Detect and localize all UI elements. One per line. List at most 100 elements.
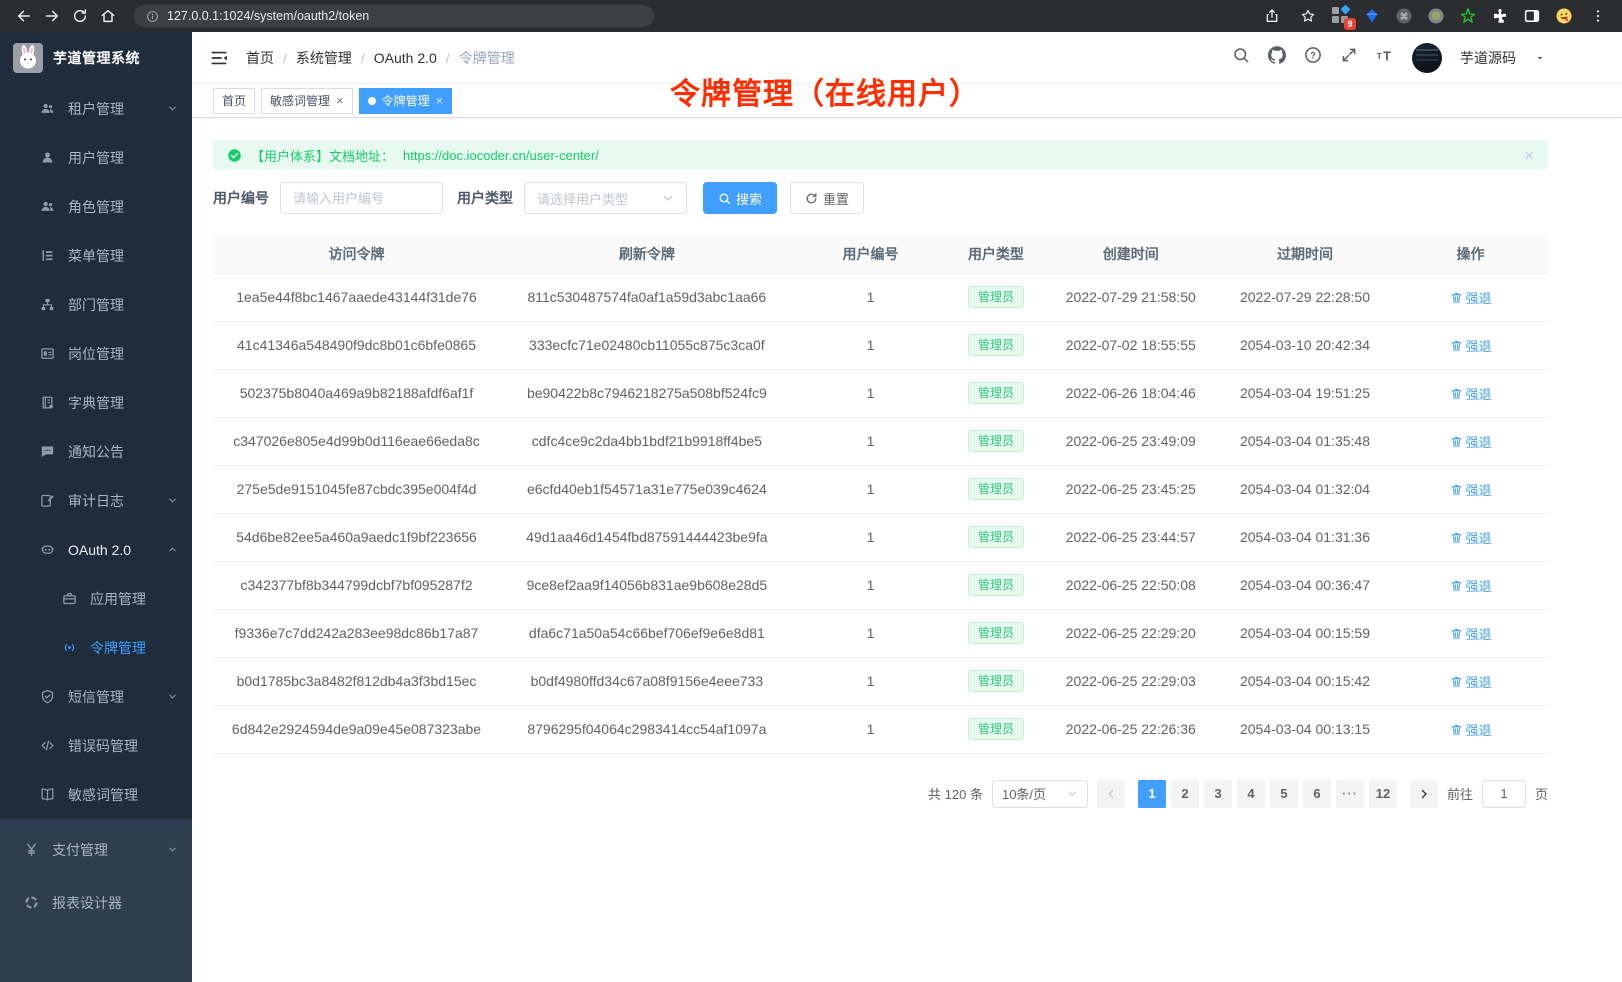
- expire-time-cell: 2054-03-10 20:42:34: [1217, 321, 1393, 369]
- chevron-up-icon: [167, 542, 178, 558]
- sidebar-item-user[interactable]: 用户管理: [0, 133, 192, 182]
- profile-avatar-emoji-icon[interactable]: [1554, 6, 1574, 26]
- action-cell: 强退: [1393, 273, 1548, 321]
- page-button-3[interactable]: 3: [1204, 780, 1232, 808]
- sidebar-item-menu[interactable]: 菜单管理: [0, 231, 192, 280]
- alert-text: 【用户体系】文档地址：: [251, 146, 394, 165]
- force-logout-button[interactable]: 强退: [1450, 672, 1492, 691]
- chevron-down-icon[interactable]: [1534, 52, 1546, 64]
- user-type-tag: 管理员: [968, 430, 1024, 452]
- sidebar-item-oauth-token[interactable]: 令牌管理: [0, 623, 192, 672]
- force-logout-button[interactable]: 强退: [1450, 288, 1492, 307]
- goto-page-input[interactable]: [1482, 780, 1526, 808]
- prev-page-button[interactable]: [1097, 780, 1125, 808]
- page-button-6[interactable]: 6: [1303, 780, 1331, 808]
- page-ellipsis[interactable]: ···: [1336, 780, 1364, 808]
- table-header-row: 访问令牌刷新令牌用户编号用户类型创建时间过期时间操作: [213, 236, 1548, 273]
- github-icon[interactable]: [1268, 46, 1286, 69]
- site-info-icon[interactable]: [146, 10, 159, 23]
- fullscreen-icon[interactable]: [1340, 46, 1358, 69]
- browser-forward-button[interactable]: [40, 4, 64, 28]
- sidebar-item-sms[interactable]: 短信管理: [0, 672, 192, 721]
- force-logout-button[interactable]: 强退: [1450, 720, 1492, 739]
- gem-extension-icon[interactable]: [1362, 6, 1382, 26]
- force-logout-button[interactable]: 强退: [1450, 480, 1492, 499]
- alert-close-icon[interactable]: ×: [1524, 147, 1534, 164]
- next-page-button[interactable]: [1410, 780, 1438, 808]
- page-button-4[interactable]: 4: [1237, 780, 1265, 808]
- browser-menu-icon[interactable]: [1586, 4, 1610, 28]
- search-button[interactable]: 搜索: [703, 182, 777, 214]
- sidebar-item-post[interactable]: 岗位管理: [0, 329, 192, 378]
- user-id-cell: 1: [794, 657, 948, 705]
- goto-suffix: 页: [1535, 784, 1548, 803]
- reset-button[interactable]: 重置: [790, 182, 864, 214]
- active-dot-icon: [368, 97, 376, 105]
- sidebar-item-report[interactable]: 报表设计器: [0, 876, 192, 929]
- side-panel-icon[interactable]: [1522, 6, 1542, 26]
- sidebar-item-audit[interactable]: 审计日志: [0, 476, 192, 525]
- username[interactable]: 芋道源码: [1460, 48, 1516, 68]
- browser-back-button[interactable]: [12, 4, 36, 28]
- address-bar[interactable]: 127.0.0.1:1024/system/oauth2/token: [134, 5, 654, 27]
- sidebar-item-tenant[interactable]: 租户管理: [0, 84, 192, 133]
- sidebar-item-notice[interactable]: 通知公告: [0, 427, 192, 476]
- force-logout-button[interactable]: 强退: [1450, 624, 1492, 643]
- page-button-1[interactable]: 1: [1138, 780, 1166, 808]
- sidebar-item-dept[interactable]: 部门管理: [0, 280, 192, 329]
- tab-close-icon[interactable]: ×: [336, 94, 344, 107]
- tab-敏感词管理[interactable]: 敏感词管理×: [261, 88, 353, 114]
- force-logout-button[interactable]: 强退: [1450, 432, 1492, 451]
- user-avatar[interactable]: [1412, 43, 1442, 73]
- refresh-token-cell: 8796295f04064c2983414cc54af1097a: [500, 705, 794, 753]
- page-button-12[interactable]: 12: [1369, 780, 1397, 808]
- recorder-extension-icon[interactable]: [1426, 6, 1446, 26]
- breadcrumb-separator: /: [361, 50, 365, 66]
- bookmark-star-icon[interactable]: [1296, 4, 1320, 28]
- breadcrumb-item[interactable]: 首页: [246, 48, 274, 68]
- breadcrumb-item[interactable]: 系统管理: [296, 48, 352, 68]
- font-size-icon[interactable]: TT: [1376, 46, 1394, 69]
- force-logout-button[interactable]: 强退: [1450, 384, 1492, 403]
- tab-首页[interactable]: 首页: [213, 88, 255, 114]
- user-type-tag: 管理员: [968, 382, 1024, 404]
- browser-reload-button[interactable]: [68, 4, 92, 28]
- sidebar-item-sensitive[interactable]: 敏感词管理: [0, 770, 192, 819]
- page-button-2[interactable]: 2: [1171, 780, 1199, 808]
- tab-close-icon[interactable]: ×: [436, 94, 444, 107]
- page-button-5[interactable]: 5: [1270, 780, 1298, 808]
- help-icon[interactable]: ?: [1304, 46, 1322, 69]
- doc-link[interactable]: https://doc.iocoder.cn/user-center/: [403, 148, 599, 163]
- action-cell: 强退: [1393, 321, 1548, 369]
- extension-grid-icon[interactable]: 9: [1332, 7, 1350, 25]
- sidebar-item-role[interactable]: 角色管理: [0, 182, 192, 231]
- sidebar-collapse-icon[interactable]: [208, 47, 230, 69]
- sidebar-item-dict[interactable]: 字典管理: [0, 378, 192, 427]
- force-logout-button[interactable]: 强退: [1450, 528, 1492, 547]
- user-type-select[interactable]: 请选择用户类型: [524, 182, 687, 214]
- user-id-input[interactable]: [280, 182, 443, 214]
- main-panel: 首页/系统管理/OAuth 2.0/令牌管理 ? TT 芋道源码 首页敏感词管理…: [192, 32, 1622, 982]
- page-size-select[interactable]: 10条/页: [992, 780, 1088, 808]
- sidebar-item-oauth-app[interactable]: 应用管理: [0, 574, 192, 623]
- sidebar-item-errcode[interactable]: 错误码管理: [0, 721, 192, 770]
- sidebar-item-pay[interactable]: 支付管理: [0, 823, 192, 876]
- sidebar-item-oauth[interactable]: OAuth 2.0: [0, 525, 192, 574]
- force-logout-button[interactable]: 强退: [1450, 336, 1492, 355]
- breadcrumb-item[interactable]: OAuth 2.0: [374, 50, 437, 66]
- force-logout-button[interactable]: 强退: [1450, 576, 1492, 595]
- search-icon[interactable]: [1232, 46, 1250, 69]
- refresh-token-cell: 9ce8ef2aa9f14056b831ae9b608e28d5: [500, 561, 794, 609]
- share-icon[interactable]: [1260, 4, 1284, 28]
- tab-令牌管理[interactable]: 令牌管理×: [359, 88, 453, 114]
- action-cell: 强退: [1393, 657, 1548, 705]
- user-id-cell: 1: [794, 465, 948, 513]
- command-extension-icon[interactable]: ⌘: [1394, 6, 1414, 26]
- green-star-extension-icon[interactable]: [1458, 6, 1478, 26]
- column-header: 创建时间: [1045, 236, 1217, 273]
- browser-home-button[interactable]: [96, 4, 120, 28]
- refresh-token-cell: 49d1aa46d1454fbd87591444423be9fa: [500, 513, 794, 561]
- token-table: 访问令牌刷新令牌用户编号用户类型创建时间过期时间操作 1ea5e44f8bc14…: [213, 236, 1548, 754]
- expire-time-cell: 2054-03-04 00:15:59: [1217, 609, 1393, 657]
- extensions-puzzle-icon[interactable]: [1490, 6, 1510, 26]
